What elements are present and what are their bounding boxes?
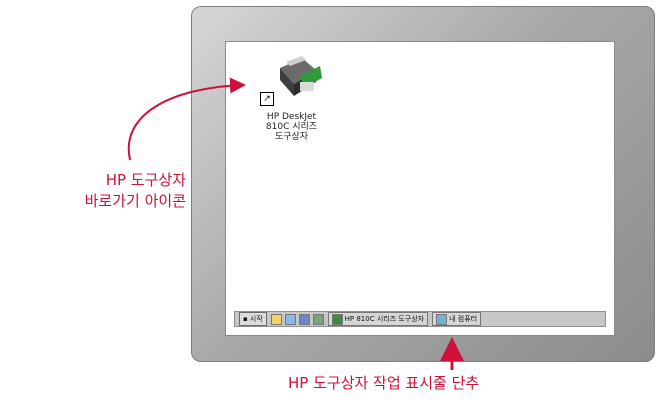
callout-line: HP 도구상자 (105, 171, 186, 189)
callout-line: 바로가기 아이콘 (84, 192, 186, 210)
shortcut-icon-callout: HP 도구상자 바로가기 아이콘 (6, 170, 186, 212)
taskbar-button-callout: HP 도구상자 작업 표시줄 단추 (288, 374, 480, 392)
shortcut-callout-arrow (127, 77, 246, 161)
